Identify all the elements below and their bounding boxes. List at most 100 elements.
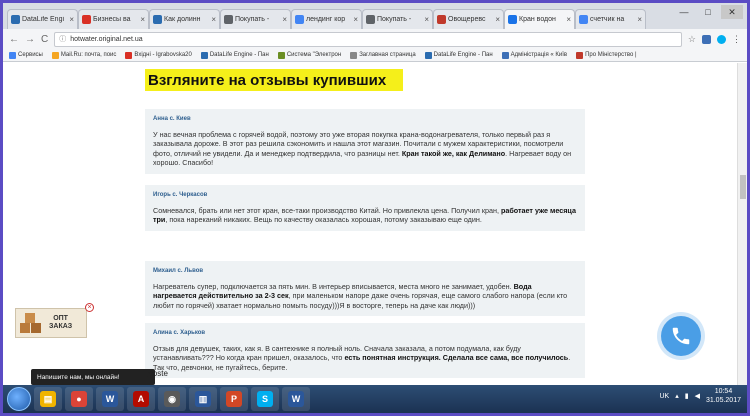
bookmark-item[interactable]: Mail.Ru: почта, поис [51,51,117,59]
review-card: Анна с. Киев У нас вечная проблема с горя… [145,109,585,174]
bookmark-item[interactable]: Адміністрація « Київ [501,51,567,59]
volume-icon[interactable]: ◀ [695,392,700,400]
review-card: Алина с. Харьков Отзыв для девушек, таких… [145,323,585,379]
taskbar-acrobat-button[interactable]: A [127,387,155,411]
taskbar-powerpoint-button[interactable]: P [220,387,248,411]
bookmark-label: DataLife Engine - Пан [433,52,493,58]
scrollbar-thumb[interactable] [740,175,746,199]
tab-title: Кран водон [519,16,556,23]
clock[interactable]: 10:54 31.05.2017 [706,387,741,405]
close-tab-icon[interactable]: × [282,15,287,24]
bookmark-icon [9,51,16,59]
phone-icon [672,327,690,345]
bookmark-icon [424,51,432,59]
windows-taskbar: ▤ ● W A ◉ ▥ P S W UK ▴ ▮ ◀ 10:54 31.05.2017 [3,385,747,413]
close-tab-icon[interactable]: × [353,15,358,24]
bookmark-label: Про Міністерство | [585,52,637,58]
wholesale-order-widget[interactable]: ОПТ ЗАКАЗ [15,308,87,338]
tab-title: Бизнесы ва [93,16,131,23]
close-tab-icon[interactable]: × [211,15,216,24]
tab-title: Покупать - [377,16,412,23]
tab-favicon-icon [153,15,162,24]
bookmark-item[interactable]: Сервисы [9,51,43,59]
bookmark-icon [51,51,59,59]
review-text: У нас вечная проблема с горячей водой, п… [153,129,572,168]
bookmark-label: Mail.Ru: почта, поис [60,52,117,58]
powerpoint-icon: P [226,391,242,407]
bookmark-item[interactable]: Вхідні - lgrabovska20 [125,51,192,59]
browser-tab[interactable]: Овощеревс × [433,9,504,29]
boxes-icon [20,313,41,333]
bookmark-label: Система "Электрон [286,52,342,58]
vk-link-partial[interactable]: jvoste [147,369,168,378]
acrobat-icon: A [133,391,149,407]
minimize-button[interactable]: — [673,5,695,19]
close-tab-icon[interactable]: × [69,15,74,24]
network-icon[interactable]: ▮ [685,392,689,400]
close-tab-icon[interactable]: × [566,15,571,24]
bookmark-item[interactable]: Про Міністерство | [576,51,637,59]
review-card: Михаил с. Львов Нагреватель супер, подклю… [145,261,585,317]
page-info-icon[interactable]: ⓘ [59,34,66,44]
browser-tab[interactable]: DataLife Engi × [7,9,78,29]
browser-tab[interactable]: Кран водон × [504,9,575,29]
taskbar-chrome-button[interactable]: ● [65,387,93,411]
window-controls: — □ ✕ [673,5,743,19]
browser-tab[interactable]: Как долинн × [149,9,220,29]
close-tab-icon[interactable]: × [140,15,145,24]
online-chat-popup[interactable]: Напишите нам, мы онлайн! [31,369,155,385]
browser-tab[interactable]: Покупать - × [362,9,433,29]
address-bar[interactable]: ⓘ hotwater.original.net.ua [54,31,682,47]
taskbar-word-button[interactable]: W [96,387,124,411]
review-text: Сомневался, брать или нет этот кран, все… [153,205,576,225]
browser-tab[interactable]: лендинг кор × [291,9,362,29]
browser-tab[interactable]: счетчик на × [575,9,646,29]
close-window-button[interactable]: ✕ [721,5,743,19]
browser-tab[interactable]: Покупать - × [220,9,291,29]
tray-arrow-icon[interactable]: ▴ [675,392,679,400]
bookmark-label: Сервисы [18,52,43,58]
bookmark-item[interactable]: DataLife Engine - Пан [200,51,269,59]
reload-button[interactable]: C [41,34,48,45]
clock-date: 31.05.2017 [705,397,741,404]
skype-extension-icon[interactable] [717,34,726,44]
tab-title: лендинг кор [306,16,346,23]
review-author: Игорь с. Черкасов [153,192,208,198]
close-tab-icon[interactable]: × [495,15,500,24]
opt-line-2: ЗАКАЗ [49,323,73,330]
bookmark-item[interactable]: Заглавная страница [350,51,416,59]
opt-line-1: ОПТ [53,315,68,322]
review-text: Отзыв для девушек, таких, как я. В санте… [153,343,571,372]
start-button[interactable] [7,387,31,411]
tab-favicon-icon [579,15,588,24]
close-widget-icon[interactable]: × [85,303,94,312]
review-card: Игорь с. Черкасов Сомневался, брать или н… [145,185,585,231]
tab-title: Как долинн [164,16,201,23]
extension-icon[interactable] [702,34,711,44]
tab-favicon-icon [295,15,304,24]
close-tab-icon[interactable]: × [637,15,642,24]
reviews-heading: Взгляните на отзывы купивших [145,69,403,91]
forward-button[interactable]: → [25,34,35,45]
call-button[interactable] [661,316,701,356]
review-author: Анна с. Киев [153,116,191,122]
taskbar-skype-button[interactable]: S [251,387,279,411]
taskbar-media-button[interactable]: ◉ [158,387,186,411]
taskbar-document-button[interactable]: ▥ [189,387,217,411]
taskbar-file-explorer-button[interactable]: ▤ [34,387,62,411]
star-icon[interactable]: ☆ [688,34,696,45]
menu-icon[interactable]: ⋮ [732,34,741,45]
taskbar-word-2-button[interactable]: W [282,387,310,411]
back-button[interactable]: ← [9,34,19,45]
bookmark-item[interactable]: Система "Электрон [277,51,342,59]
language-indicator[interactable]: UK [659,393,669,400]
page-content: Взгляните на отзывы купивших Анна с. Кие… [3,63,747,385]
maximize-button[interactable]: □ [697,5,719,19]
screenshot-frame: DataLife Engi × Бизнесы ва × Как долинн × Поку… [0,0,750,416]
close-tab-icon[interactable]: × [424,15,429,24]
bookmark-icon [576,51,584,59]
bookmark-item[interactable]: DataLife Engine - Пан [424,51,493,59]
bookmark-icon [277,51,285,59]
page-scrollbar[interactable] [737,63,747,385]
browser-tab[interactable]: Бизнесы ва × [78,9,149,29]
